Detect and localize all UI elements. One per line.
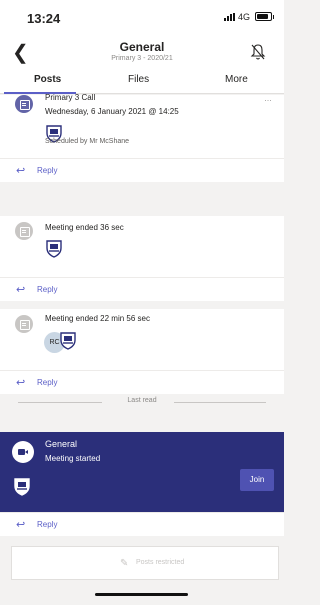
post-title: Primary 3 Call: [45, 93, 96, 102]
restricted-label: Posts restricted: [136, 559, 185, 566]
meeting-post-icon: [15, 222, 33, 240]
meeting-post-icon: [15, 315, 33, 333]
tab-files[interactable]: Files: [128, 74, 149, 85]
posts-restricted-composer: ✎ Posts restricted: [11, 546, 279, 580]
notifications-off-icon[interactable]: [250, 43, 266, 61]
post-meeting-ended-2[interactable]: Meeting ended 22 min 56 sec RC: [0, 309, 284, 370]
channel-header: ❮ General Primary 3 - 2020/21: [0, 36, 284, 70]
network-type: 4G: [237, 12, 250, 22]
school-crest-icon: [46, 240, 62, 258]
school-crest-icon: [14, 478, 30, 496]
meeting-status: Meeting started: [45, 454, 101, 463]
channel-title: General: [119, 40, 165, 54]
reply-button[interactable]: ↩ Reply: [0, 370, 284, 394]
calendar-icon: [15, 95, 33, 113]
divider-line-right: [174, 402, 266, 403]
reply-icon: ↩: [16, 165, 26, 177]
compose-icon: ✎: [120, 558, 129, 569]
reply-icon: ↩: [16, 519, 26, 531]
reply-icon: ↩: [16, 377, 26, 389]
more-options-icon[interactable]: …: [264, 94, 272, 103]
meeting-title: General: [45, 439, 78, 449]
battery-icon: [255, 12, 274, 21]
post-text: Meeting ended 36 sec: [45, 223, 124, 232]
reply-label: Reply: [37, 520, 58, 529]
reply-button[interactable]: ↩ Reply: [0, 158, 284, 182]
reply-button[interactable]: ↩ Reply: [0, 277, 284, 301]
video-camera-icon: [12, 441, 34, 463]
reply-label: Reply: [37, 285, 58, 294]
reply-button[interactable]: ↩ Reply: [0, 512, 284, 536]
home-indicator[interactable]: [95, 593, 188, 596]
team-subtitle: Primary 3 - 2020/21: [111, 55, 173, 62]
school-crest-icon: [60, 332, 76, 350]
join-button[interactable]: Join: [240, 469, 274, 491]
reply-label: Reply: [37, 166, 58, 175]
reply-label: Reply: [37, 378, 58, 387]
post-meeting-ended-1[interactable]: Meeting ended 36 sec: [0, 216, 284, 277]
last-read-divider: Last read: [0, 392, 284, 412]
post-text: Meeting ended 22 min 56 sec: [45, 314, 150, 323]
reply-icon: ↩: [16, 284, 26, 296]
scheduled-by: Scheduled by Mr McShane: [45, 138, 130, 145]
tab-posts[interactable]: Posts: [34, 74, 61, 85]
post-datetime: Wednesday, 6 January 2021 @ 14:25: [45, 107, 179, 116]
tab-more[interactable]: More: [225, 74, 248, 85]
status-time: 13:24: [27, 11, 61, 26]
post-scheduled-meeting[interactable]: Primary 3 Call Wednesday, 6 January 2021…: [0, 93, 284, 156]
signal-icon: [223, 13, 235, 21]
channel-tabs: Posts Files More: [0, 70, 284, 94]
network-indicator: 4G: [223, 12, 250, 22]
status-bar: 13:24 4G: [0, 0, 284, 36]
